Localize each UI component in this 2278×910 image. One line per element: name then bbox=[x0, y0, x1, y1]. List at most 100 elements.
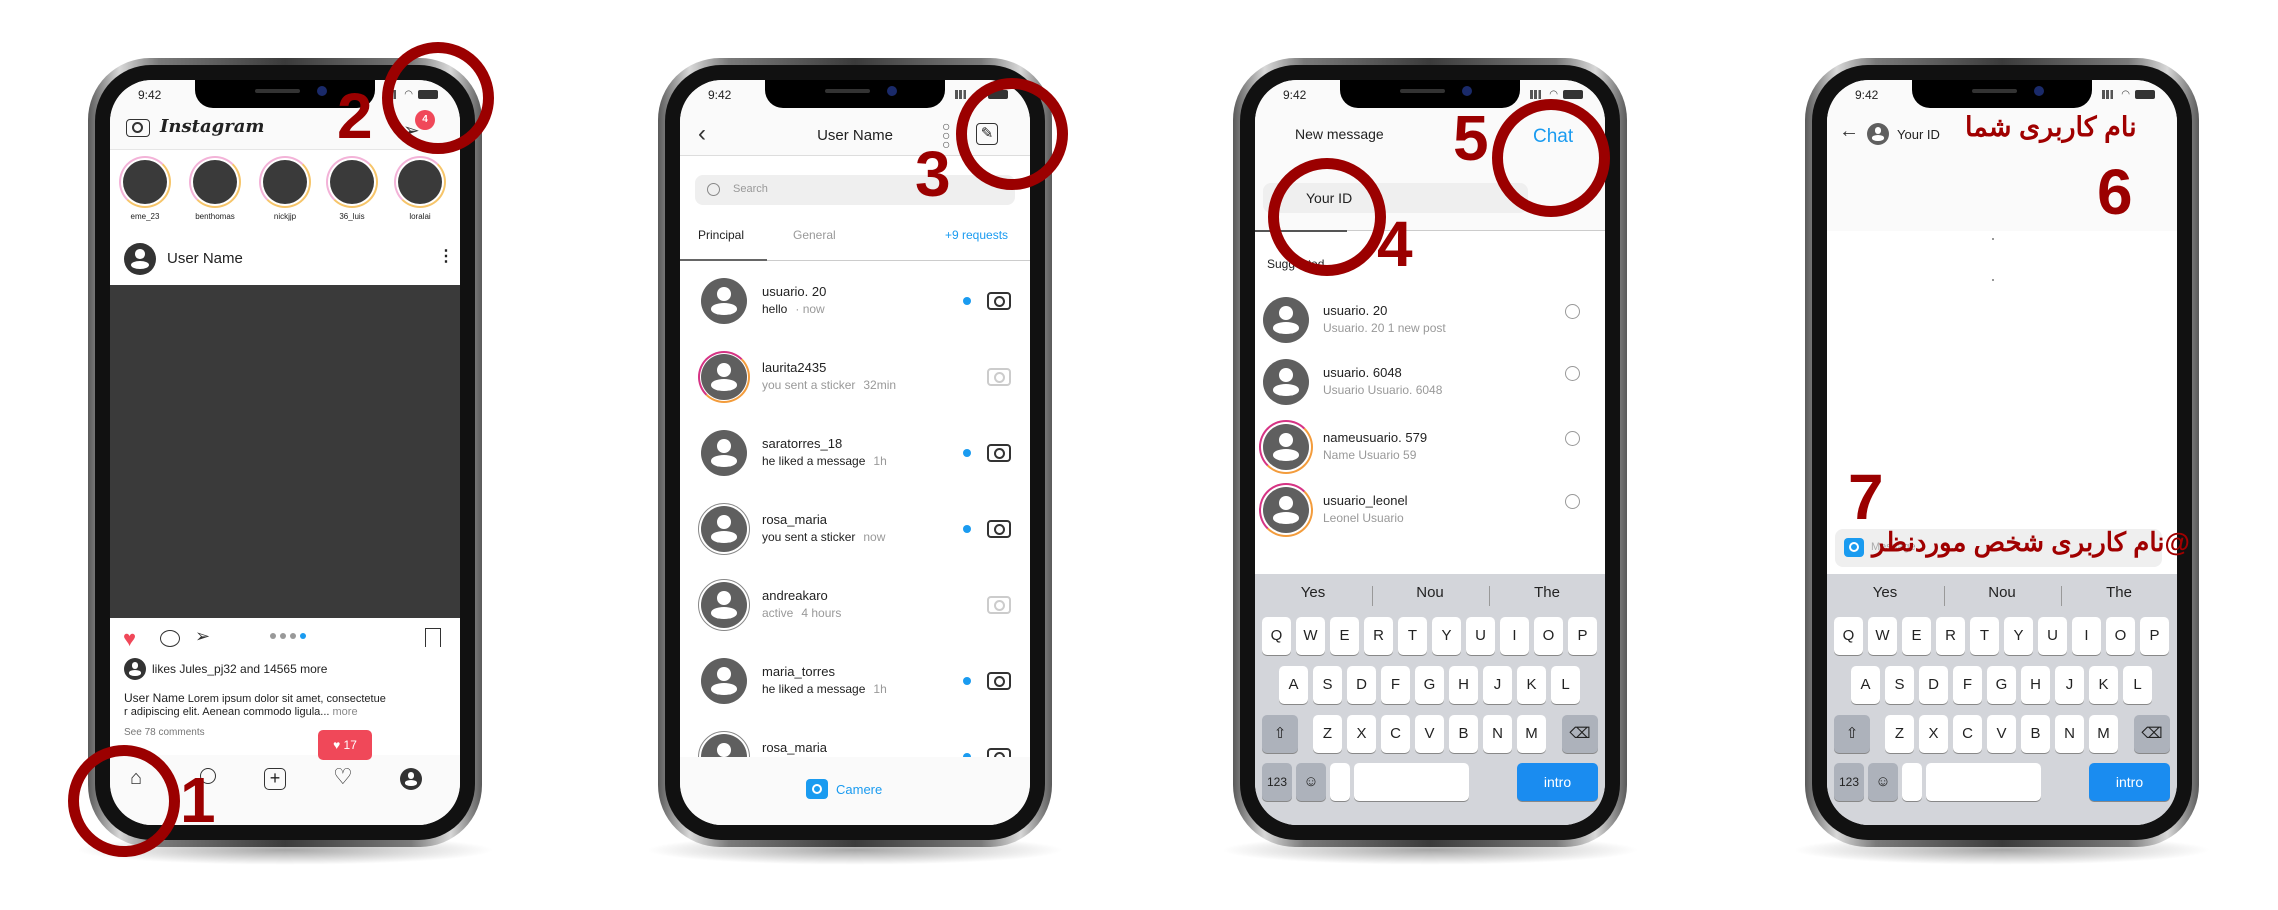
suggestion-nou[interactable]: Nou bbox=[1372, 584, 1488, 601]
key-h[interactable]: H bbox=[2021, 666, 2050, 704]
avatar[interactable] bbox=[1263, 487, 1309, 533]
key-n[interactable]: N bbox=[2055, 715, 2084, 753]
key-d[interactable]: D bbox=[1919, 666, 1948, 704]
suggested-row[interactable]: usuario_leonel Leonel Usuario bbox=[1255, 480, 1605, 540]
key-d[interactable]: D bbox=[1347, 666, 1376, 704]
avatar[interactable] bbox=[701, 582, 747, 628]
story-avatar[interactable] bbox=[330, 160, 374, 204]
key-p[interactable]: P bbox=[2140, 617, 2169, 655]
camera-icon[interactable] bbox=[126, 119, 150, 137]
inbox-row[interactable]: rosa_maria you sent a sticker now bbox=[680, 493, 1030, 565]
suggestion-yes[interactable]: Yes bbox=[1827, 584, 1943, 601]
avatar[interactable] bbox=[701, 278, 747, 324]
avatar[interactable] bbox=[701, 506, 747, 552]
story-avatar[interactable] bbox=[398, 160, 442, 204]
story-username[interactable]: nickjjp bbox=[250, 212, 320, 221]
avatar[interactable] bbox=[701, 430, 747, 476]
avatar[interactable] bbox=[1263, 297, 1309, 343]
camera-bar[interactable]: Camere bbox=[680, 757, 1030, 825]
numbers-key[interactable]: 123 bbox=[1262, 763, 1292, 801]
key-h[interactable]: H bbox=[1449, 666, 1478, 704]
key-r[interactable]: R bbox=[1364, 617, 1393, 655]
key-q[interactable]: Q bbox=[1834, 617, 1863, 655]
caption-more-link[interactable]: more bbox=[333, 706, 358, 718]
key-b[interactable]: B bbox=[1449, 715, 1478, 753]
tab-general[interactable]: General bbox=[793, 228, 836, 242]
key-i[interactable]: I bbox=[1500, 617, 1529, 655]
shift-key[interactable]: ⇧ bbox=[1834, 715, 1870, 753]
key-z[interactable]: Z bbox=[1885, 715, 1914, 753]
key-c[interactable]: C bbox=[1381, 715, 1410, 753]
activity-heart-icon[interactable]: ♡ bbox=[333, 764, 353, 790]
key-w[interactable]: W bbox=[1868, 617, 1897, 655]
story-username[interactable]: benthomas bbox=[180, 212, 250, 221]
key-i[interactable]: I bbox=[2072, 617, 2101, 655]
suggestion-the[interactable]: The bbox=[2061, 584, 2177, 601]
key-v[interactable]: V bbox=[1415, 715, 1444, 753]
key-m[interactable]: M bbox=[2089, 715, 2118, 753]
suggestion-the[interactable]: The bbox=[1489, 584, 1605, 601]
shift-key[interactable]: ⇧ bbox=[1262, 715, 1298, 753]
key-e[interactable]: E bbox=[1330, 617, 1359, 655]
avatar[interactable] bbox=[1263, 359, 1309, 405]
avatar[interactable] bbox=[1263, 424, 1309, 470]
key-w[interactable]: W bbox=[1296, 617, 1325, 655]
key-o[interactable]: O bbox=[2106, 617, 2135, 655]
backspace-key[interactable]: ⌫ bbox=[1562, 715, 1598, 753]
key-r[interactable]: R bbox=[1936, 617, 1965, 655]
key-a[interactable]: A bbox=[1851, 666, 1880, 704]
avatar[interactable] bbox=[701, 658, 747, 704]
key-s[interactable]: S bbox=[1885, 666, 1914, 704]
story-avatar[interactable] bbox=[263, 160, 307, 204]
likes-text[interactable]: likes Jules_pj32 and 14565 more bbox=[152, 662, 327, 676]
key-l[interactable]: L bbox=[2123, 666, 2152, 704]
space-key[interactable] bbox=[1354, 763, 1469, 801]
key-u[interactable]: U bbox=[1466, 617, 1495, 655]
story-avatar[interactable] bbox=[123, 160, 167, 204]
inbox-row[interactable]: laurita2435 you sent a sticker 32min bbox=[680, 341, 1030, 413]
bookmark-icon[interactable] bbox=[425, 628, 441, 647]
key-e[interactable]: E bbox=[1902, 617, 1931, 655]
key-k[interactable]: K bbox=[2089, 666, 2118, 704]
inbox-row[interactable]: usuario. 20 hello · now bbox=[680, 265, 1030, 337]
suggested-row[interactable]: usuario. 6048 Usuario Usuario. 6048 bbox=[1255, 352, 1605, 412]
camera-icon[interactable] bbox=[987, 596, 1011, 614]
camera-icon[interactable] bbox=[987, 672, 1011, 690]
requests-link[interactable]: +9 requests bbox=[945, 228, 1008, 242]
key-t[interactable]: T bbox=[1398, 617, 1427, 655]
tab-principal[interactable]: Principal bbox=[698, 228, 744, 242]
key-m[interactable]: M bbox=[1517, 715, 1546, 753]
see-comments-link[interactable]: See 78 comments bbox=[124, 727, 205, 738]
post-username[interactable]: User Name bbox=[167, 250, 243, 267]
key-f[interactable]: F bbox=[1381, 666, 1410, 704]
like-heart-icon[interactable]: ♥ bbox=[123, 626, 136, 652]
enter-key[interactable]: intro bbox=[2089, 763, 2170, 801]
key-p[interactable]: P bbox=[1568, 617, 1597, 655]
story-username[interactable]: loralai bbox=[385, 212, 455, 221]
story-username[interactable]: eme_23 bbox=[110, 212, 180, 221]
key-j[interactable]: J bbox=[1483, 666, 1512, 704]
key-y[interactable]: Y bbox=[2004, 617, 2033, 655]
key-l[interactable]: L bbox=[1551, 666, 1580, 704]
key-y[interactable]: Y bbox=[1432, 617, 1461, 655]
key-u[interactable]: U bbox=[2038, 617, 2067, 655]
key-q[interactable]: Q bbox=[1262, 617, 1291, 655]
search-input[interactable]: Search bbox=[695, 175, 1015, 205]
back-arrow-icon[interactable]: ← bbox=[1839, 120, 1859, 143]
inbox-row[interactable]: maria_torres he liked a message 1h bbox=[680, 645, 1030, 717]
post-image[interactable] bbox=[110, 285, 460, 618]
key-s[interactable]: S bbox=[1313, 666, 1342, 704]
key-blank[interactable] bbox=[1902, 763, 1922, 801]
backspace-key[interactable]: ⌫ bbox=[2134, 715, 2170, 753]
comment-icon[interactable] bbox=[160, 630, 180, 647]
key-a[interactable]: A bbox=[1279, 666, 1308, 704]
key-x[interactable]: X bbox=[1347, 715, 1376, 753]
suggestion-nou[interactable]: Nou bbox=[1944, 584, 2060, 601]
key-b[interactable]: B bbox=[2021, 715, 2050, 753]
story-avatar[interactable] bbox=[193, 160, 237, 204]
key-g[interactable]: G bbox=[1415, 666, 1444, 704]
key-c[interactable]: C bbox=[1953, 715, 1982, 753]
caption-user[interactable]: User Name bbox=[124, 691, 185, 705]
emoji-key[interactable]: ☺ bbox=[1868, 763, 1898, 801]
key-g[interactable]: G bbox=[1987, 666, 2016, 704]
